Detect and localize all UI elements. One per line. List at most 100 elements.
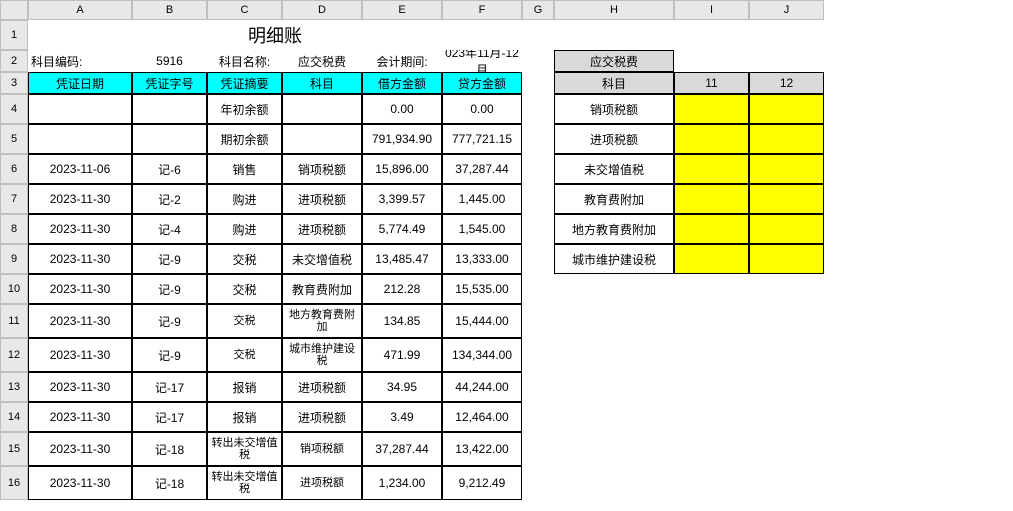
side-cell-11[interactable] [674, 94, 749, 124]
empty [749, 20, 824, 50]
empty [522, 124, 554, 154]
row-header[interactable]: 5 [0, 124, 28, 154]
cell-debit: 5,774.49 [362, 214, 442, 244]
cell-date: 2023-11-30 [28, 372, 132, 402]
cell-date: 2023-11-30 [28, 244, 132, 274]
side-cell-12[interactable] [749, 154, 824, 184]
col-header[interactable]: F [442, 0, 522, 20]
cell-vno: 记-2 [132, 184, 207, 214]
col-header[interactable]: H [554, 0, 674, 20]
cell-vno: 记-18 [132, 432, 207, 466]
cell-summary: 交税 [207, 274, 282, 304]
side-row-label: 进项税额 [554, 124, 674, 154]
row-header[interactable]: 14 [0, 402, 28, 432]
col-header[interactable]: A [28, 0, 132, 20]
col-header[interactable]: C [207, 0, 282, 20]
empty [522, 304, 554, 338]
row-header[interactable]: 12 [0, 338, 28, 372]
side-cell-12[interactable] [749, 124, 824, 154]
row-header[interactable]: 13 [0, 372, 28, 402]
side-row-label: 教育费附加 [554, 184, 674, 214]
cell-credit: 44,244.00 [442, 372, 522, 402]
cell-subject: 销项税额 [282, 432, 362, 466]
side-hdr-subject: 科目 [554, 72, 674, 94]
row-header[interactable]: 1 [0, 20, 28, 50]
cell-date: 2023-11-30 [28, 214, 132, 244]
empty [749, 372, 824, 402]
row-header[interactable]: 11 [0, 304, 28, 338]
cell-vno: 记-17 [132, 402, 207, 432]
empty [522, 154, 554, 184]
cell-summary: 报销 [207, 372, 282, 402]
empty [674, 372, 749, 402]
row-header[interactable]: 3 [0, 72, 28, 94]
row-header[interactable]: 10 [0, 274, 28, 304]
empty [522, 338, 554, 372]
cell-subject: 进项税额 [282, 372, 362, 402]
side-cell-12[interactable] [749, 244, 824, 274]
cell-summary: 转出未交增值税 [207, 466, 282, 500]
side-cell-12[interactable] [749, 184, 824, 214]
empty [554, 372, 674, 402]
side-cell-12[interactable] [749, 214, 824, 244]
cell-subject: 进项税额 [282, 214, 362, 244]
side-cell-11[interactable] [674, 244, 749, 274]
cell-date: 2023-11-30 [28, 402, 132, 432]
cell-vno: 记-9 [132, 338, 207, 372]
side-row-label: 销项税额 [554, 94, 674, 124]
cell-debit: 34.95 [362, 372, 442, 402]
cell-debit: 3,399.57 [362, 184, 442, 214]
empty [749, 338, 824, 372]
empty [674, 338, 749, 372]
empty [674, 274, 749, 304]
side-cell-11[interactable] [674, 154, 749, 184]
empty [522, 72, 554, 94]
cell-credit: 9,212.49 [442, 466, 522, 500]
corner-cell [0, 0, 28, 20]
side-cell-11[interactable] [674, 214, 749, 244]
hdr-summary: 凭证摘要 [207, 72, 282, 94]
col-header[interactable]: E [362, 0, 442, 20]
empty [749, 402, 824, 432]
col-header[interactable]: J [749, 0, 824, 20]
cell-credit: 777,721.15 [442, 124, 522, 154]
row-header[interactable]: 15 [0, 432, 28, 466]
side-cell-11[interactable] [674, 124, 749, 154]
row-header[interactable]: 8 [0, 214, 28, 244]
row-header[interactable]: 4 [0, 94, 28, 124]
row-header[interactable]: 6 [0, 154, 28, 184]
hdr-debit: 借方金额 [362, 72, 442, 94]
side-cell-12[interactable] [749, 94, 824, 124]
col-header[interactable]: G [522, 0, 554, 20]
cell-debit: 1,234.00 [362, 466, 442, 500]
empty [674, 50, 749, 72]
empty [522, 466, 554, 500]
cell-vno: 记-18 [132, 466, 207, 500]
col-header[interactable]: D [282, 0, 362, 20]
row-header[interactable]: 2 [0, 50, 28, 72]
col-header[interactable]: B [132, 0, 207, 20]
side-cell-11[interactable] [674, 184, 749, 214]
page-title: 明细账 [28, 20, 522, 50]
cell-summary: 报销 [207, 402, 282, 432]
empty [554, 20, 674, 50]
cell-subject: 地方教育费附加 [282, 304, 362, 338]
row-header[interactable]: 16 [0, 466, 28, 500]
empty [522, 20, 554, 50]
period-value: 023年11月-12月 [442, 50, 522, 72]
cell-debit: 791,934.90 [362, 124, 442, 154]
col-header[interactable]: I [674, 0, 749, 20]
cell-summary: 交税 [207, 244, 282, 274]
cell-summary: 交税 [207, 304, 282, 338]
empty [749, 50, 824, 72]
cell-debit: 3.49 [362, 402, 442, 432]
cell-credit: 13,422.00 [442, 432, 522, 466]
cell-debit: 13,485.47 [362, 244, 442, 274]
row-header[interactable]: 9 [0, 244, 28, 274]
cell-subject: 未交增值税 [282, 244, 362, 274]
cell-date: 2023-11-30 [28, 466, 132, 500]
cell-credit: 1,445.00 [442, 184, 522, 214]
cell-credit: 13,333.00 [442, 244, 522, 274]
cell-date: 2023-11-30 [28, 432, 132, 466]
row-header[interactable]: 7 [0, 184, 28, 214]
